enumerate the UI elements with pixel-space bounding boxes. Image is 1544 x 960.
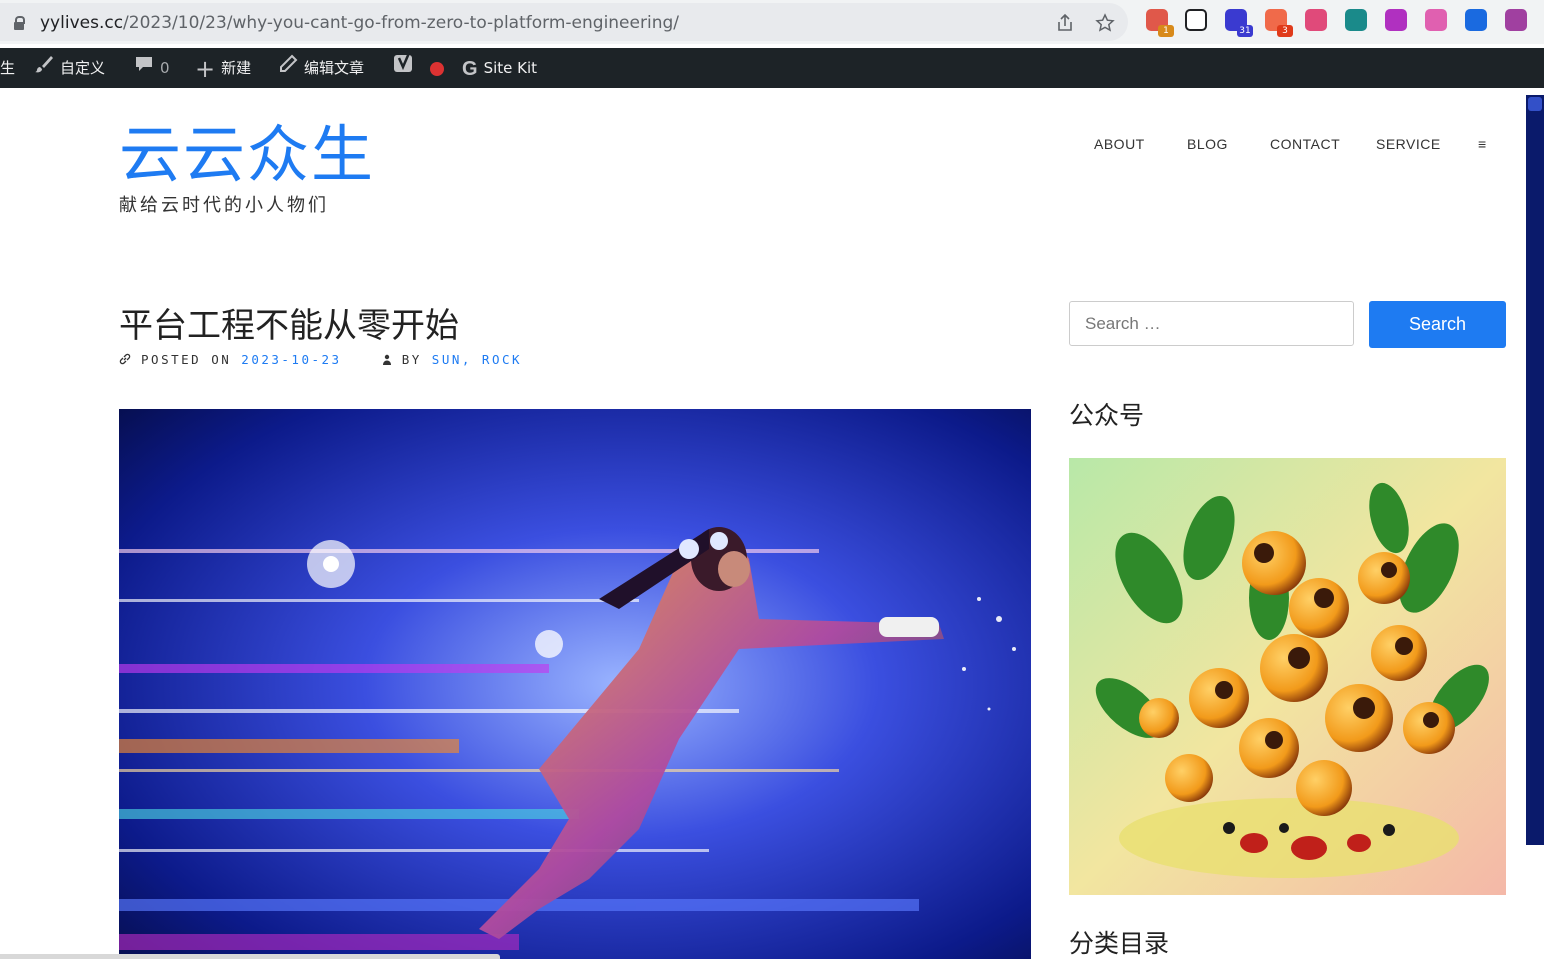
search-input[interactable] [1069, 301, 1354, 346]
google-icon: G [462, 57, 478, 80]
admin-bar-edit-post[interactable]: 编辑文章 [278, 48, 364, 88]
side-panel-edge[interactable] [1526, 95, 1544, 845]
admin-bar-customize-label: 自定义 [60, 59, 106, 77]
nav-item-service[interactable]: SERVICE [1376, 136, 1441, 152]
lock-icon[interactable] [14, 16, 25, 30]
extension-icon-purple[interactable] [1385, 9, 1407, 31]
star-icon[interactable] [1095, 13, 1115, 37]
shield-icon [1528, 97, 1542, 111]
wp-admin-bar: 生 自定义 0 + 新建 编辑文章 G Site Kit [0, 48, 1544, 88]
address-bar[interactable]: yylives.cc/2023/10/23/why-you-cant-go-fr… [0, 3, 1128, 41]
comments-count: 0 [160, 59, 170, 77]
search-button[interactable]: Search [1369, 301, 1506, 348]
post-author-link[interactable]: SUN, ROCK [432, 352, 522, 367]
yoast-icon [393, 49, 415, 89]
admin-bar-new-label: 新建 [221, 59, 252, 77]
wechat-qr-image [1069, 458, 1506, 895]
posted-on-label: POSTED ON [141, 352, 232, 367]
extension-badge: 1 [1158, 25, 1174, 37]
extension-icon-graduation[interactable]: 31 [1225, 9, 1253, 37]
widget-title-categories: 分类目录 [1069, 929, 1170, 958]
user-icon [372, 352, 402, 367]
plus-icon: + [195, 54, 216, 83]
site-description: 献给云时代的小人物们 [119, 195, 329, 216]
nav-item-about[interactable]: ABOUT [1094, 136, 1145, 152]
nav-item-contact[interactable]: CONTACT [1270, 136, 1340, 152]
extension-icon-grid[interactable] [1345, 9, 1367, 31]
post-title: 平台工程不能从零开始 [119, 306, 459, 346]
openai-extension-icon[interactable] [1505, 9, 1527, 31]
nav-item-blog[interactable]: BLOG [1187, 136, 1228, 152]
pencil-icon [278, 49, 298, 89]
horizontal-scrollbar[interactable] [0, 954, 500, 959]
extension-icon-3[interactable]: 3 [1265, 9, 1293, 37]
by-label: BY [401, 352, 422, 367]
yoast-status-dot [429, 61, 444, 76]
link-icon [119, 352, 141, 367]
admin-bar-sitekit-label: Site Kit [483, 59, 538, 77]
widget-title-wechat: 公众号 [1069, 401, 1145, 430]
yoast-menu[interactable] [393, 48, 444, 88]
url-text[interactable]: yylives.cc/2023/10/23/why-you-cant-go-fr… [40, 13, 679, 33]
translate-extension-icon[interactable] [1305, 9, 1327, 31]
extension-icon-blue[interactable] [1465, 9, 1487, 31]
notion-extension-icon[interactable] [1185, 9, 1207, 31]
share-icon[interactable] [1055, 13, 1075, 37]
menu-icon[interactable]: ≡ [1478, 136, 1487, 152]
admin-bar-site-name[interactable]: 生 [0, 48, 15, 88]
extension-icon-cloud[interactable] [1425, 9, 1447, 31]
admin-bar-sitekit[interactable]: G Site Kit [462, 48, 537, 88]
admin-bar-customize[interactable]: 自定义 [34, 48, 105, 88]
featured-image [119, 409, 1031, 959]
comment-icon [134, 49, 154, 89]
site-title[interactable]: 云云众生 [119, 118, 375, 192]
extension-icon-1[interactable]: 1 [1146, 9, 1174, 37]
browser-toolbar: yylives.cc/2023/10/23/why-you-cant-go-fr… [0, 0, 1544, 44]
admin-bar-comments[interactable]: 0 [134, 48, 170, 88]
paintbrush-icon [34, 49, 54, 89]
admin-bar-new[interactable]: + 新建 [195, 48, 251, 88]
extension-badge: 31 [1237, 25, 1253, 37]
post-date-link[interactable]: 2023-10-23 [241, 352, 341, 367]
extension-badge: 3 [1277, 25, 1293, 37]
post-meta: POSTED ON 2023-10-23 BY SUN, ROCK [119, 352, 522, 367]
admin-bar-edit-post-label: 编辑文章 [304, 59, 365, 77]
